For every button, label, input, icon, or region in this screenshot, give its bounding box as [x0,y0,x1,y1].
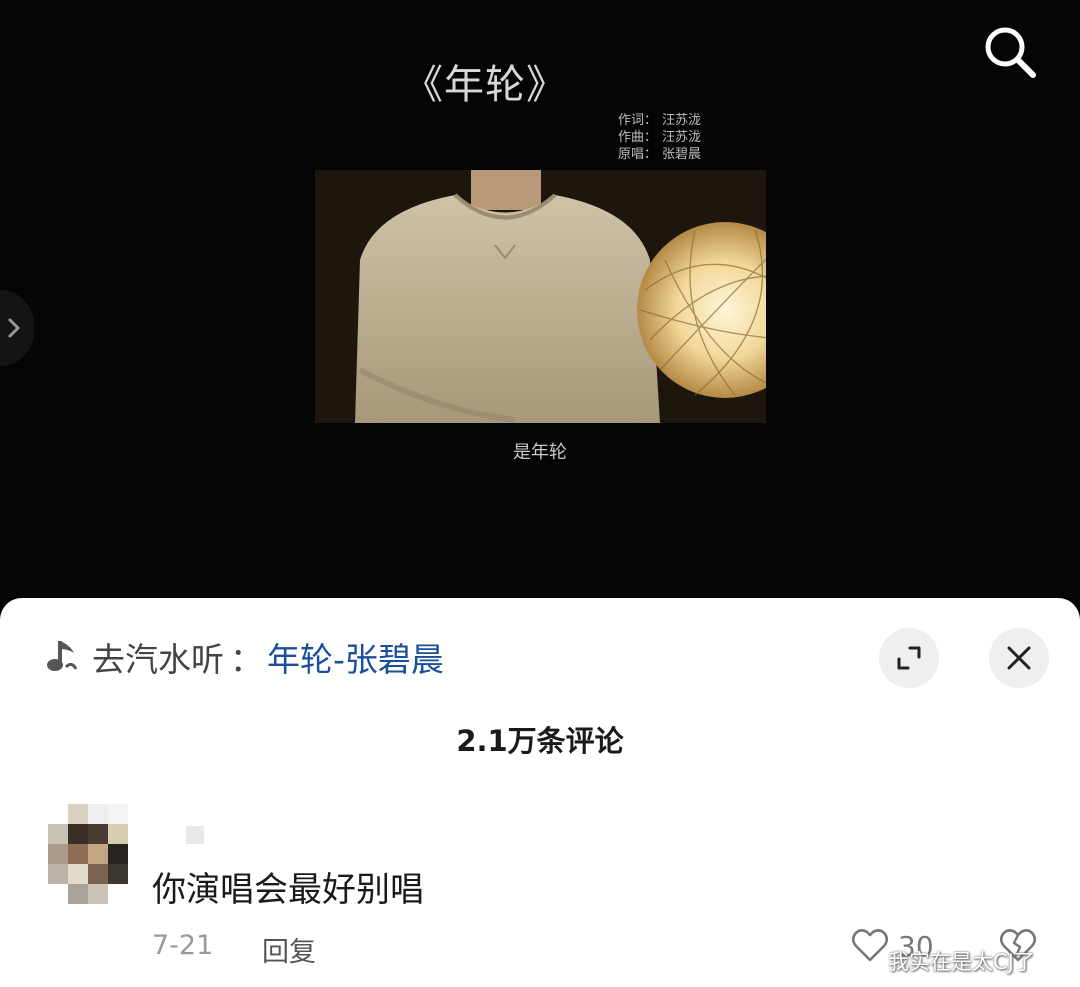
video-frame [315,170,766,423]
search-button[interactable] [978,20,1042,84]
credit-value: 汪苏泷 [662,113,702,128]
song-title: 《年轮》 [403,62,567,108]
credit-label: 原唱： [618,147,658,162]
music-source-row[interactable]: 去汽水听 ： 年轮-张碧晨 [46,632,444,682]
music-source-label: 去汽水听 [92,640,224,679]
credit-value: 张碧晨 [662,147,702,162]
credit-lyricist: 作词： 汪苏泷 [618,112,701,129]
comment-count-heading: 2.1万条评论 [456,724,624,758]
comment-date: 7-21 [152,930,214,961]
credit-label: 作词： [618,113,658,128]
comment-text: 你演唱会最好别唱 [152,870,424,910]
search-icon [985,27,1036,78]
video-player[interactable]: 《年轮》 作词： 汪苏泷 作曲： 汪苏泷 原唱： 张碧晨 是年轮 [0,0,1080,620]
song-credits: 作词： 汪苏泷 作曲： 汪苏泷 原唱： 张碧晨 [618,112,701,163]
credit-label: 作曲： [618,130,658,145]
chevron-right-icon [8,318,20,338]
close-icon [1007,646,1031,670]
like-button[interactable] [850,926,890,966]
watermark: 我实在是太CJ了 [888,950,1035,974]
username[interactable] [186,826,204,844]
credit-original-singer: 原唱： 张碧晨 [618,146,701,163]
credit-composer: 作曲： 汪苏泷 [618,129,701,146]
song-link[interactable]: 年轮-张碧晨 [267,633,444,681]
avatar[interactable] [48,804,132,904]
music-source-separator: ： [230,640,263,679]
video-frame-image [315,170,766,423]
close-button[interactable] [989,628,1049,688]
reply-button[interactable]: 回复 [262,930,316,969]
expand-button[interactable] [879,628,939,688]
expand-icon [897,646,921,670]
video-subtitle: 是年轮 [513,442,567,463]
credit-value: 汪苏泷 [662,130,702,145]
side-panel-toggle[interactable] [0,290,34,366]
heart-icon [851,929,889,962]
music-note-icon [47,641,78,671]
